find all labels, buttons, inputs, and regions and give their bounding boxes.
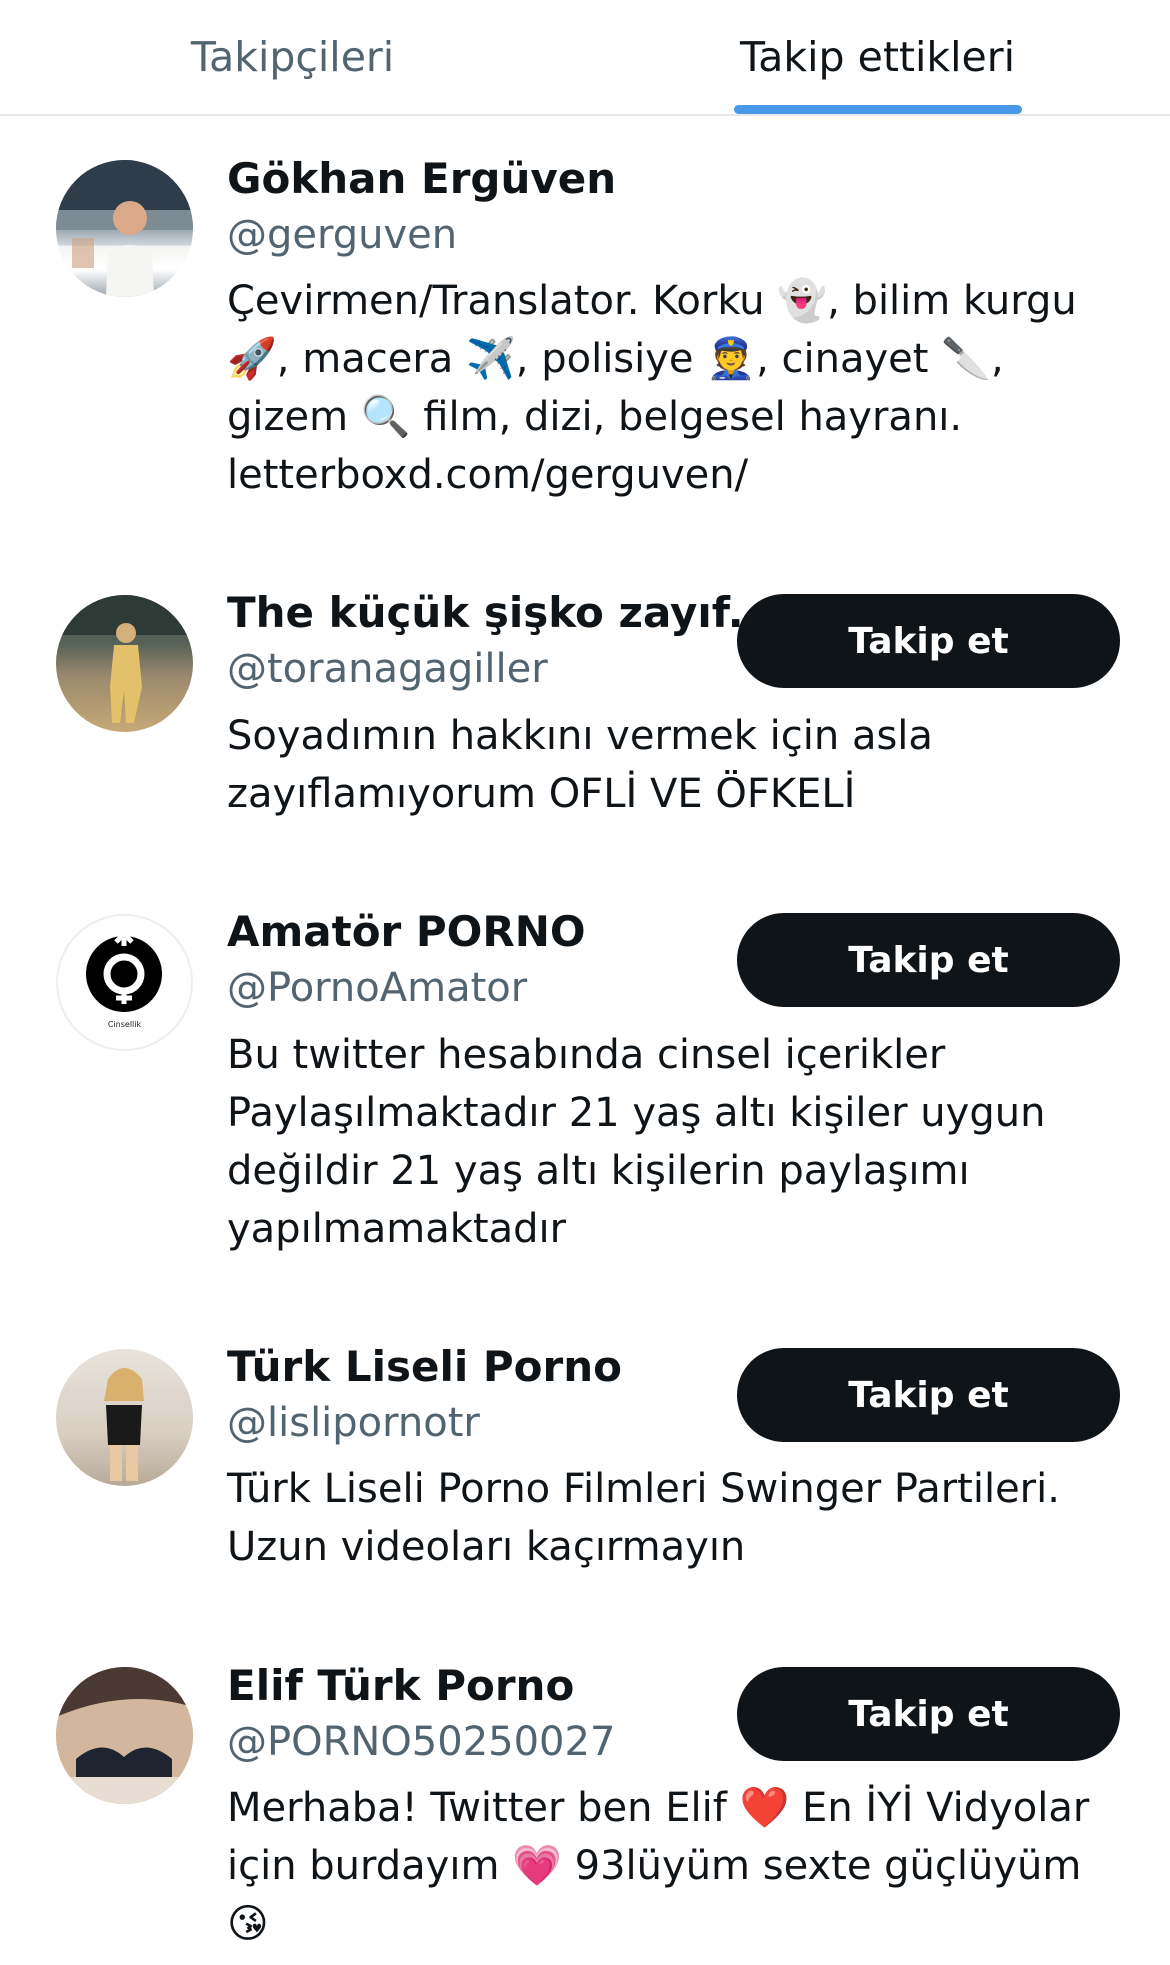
bio-line: Uzun videoları kaçırmayın bbox=[227, 1524, 746, 1570]
bio-line: için burdayım 💗 93lüyüm sexte güçlüyüm bbox=[227, 1843, 1082, 1889]
user-bio: Bu twitter hesabında cinsel içerikler Pa… bbox=[227, 1026, 1132, 1258]
active-tab-indicator bbox=[733, 105, 1022, 114]
bio-line: değildir 21 yaş altı kişilerin paylaşımı bbox=[227, 1148, 970, 1194]
bio-line: Soyadımın hakkını vermek için asla bbox=[227, 713, 933, 759]
bio-line: yapılmamaktadır bbox=[227, 1206, 567, 1252]
bio-line: 🚀, macera ✈️, polisiye 👮, cinayet 🔪, bbox=[227, 336, 1004, 382]
user-handle: @PORNO50250027 bbox=[227, 1719, 616, 1765]
bio-line: Merhaba! Twitter ben Elif ❤️ En İYİ Vidy… bbox=[227, 1785, 1090, 1831]
follow-button[interactable]: Takip et bbox=[737, 1667, 1120, 1761]
user-name[interactable]: The küçük şişko zayıf... bbox=[227, 587, 776, 639]
follow-button[interactable]: Takip et bbox=[737, 1348, 1120, 1442]
tab-following[interactable]: Takip ettikleri bbox=[585, 0, 1170, 114]
user-bio: Soyadımın hakkını vermek için asla zayıf… bbox=[227, 707, 1132, 823]
user-name[interactable]: Amatör PORNO bbox=[227, 906, 586, 958]
user-handle: @PornoAmator bbox=[227, 965, 528, 1011]
bio-line: Çevirmen/Translator. Korku 👻, bilim kurg… bbox=[227, 278, 1077, 324]
bio-line: zayıflamıyorum OFLİ VE ÖFKELİ bbox=[227, 771, 856, 817]
user-bio: Türk Liseli Porno Filmleri Swinger Parti… bbox=[227, 1460, 1132, 1576]
avatar[interactable] bbox=[56, 595, 193, 732]
follow-button[interactable]: Takip et bbox=[737, 913, 1120, 1007]
user-handle: @lislipornotr bbox=[227, 1400, 480, 1446]
bio-link[interactable]: letterboxd.com/gerguven/ bbox=[227, 446, 1132, 504]
user-bio: Merhaba! Twitter ben Elif ❤️ En İYİ Vidy… bbox=[227, 1779, 1132, 1953]
avatar[interactable] bbox=[56, 160, 193, 297]
avatar-photo-icon bbox=[56, 160, 193, 297]
bio-line: 😘 bbox=[227, 1901, 269, 1947]
avatar-photo-icon bbox=[56, 595, 193, 723]
avatar-photo-icon bbox=[56, 1667, 193, 1804]
user-name[interactable]: Elif Türk Porno bbox=[227, 1660, 574, 1712]
avatar[interactable] bbox=[56, 1667, 193, 1804]
avatar-logo-text: Cinsellik bbox=[107, 1020, 142, 1029]
tab-bar: Takipçileri Takip ettikleri bbox=[0, 0, 1170, 116]
tab-followers-label: Takipçileri bbox=[190, 33, 395, 81]
bio-line: gizem 🔍 film, dizi, belgesel hayranı. bbox=[227, 394, 963, 440]
avatar-photo-icon bbox=[104, 1368, 144, 1481]
user-handle: @toranagagiller bbox=[227, 646, 548, 692]
gender-symbol-icon bbox=[86, 930, 162, 1012]
tab-followers[interactable]: Takipçileri bbox=[0, 0, 585, 114]
user-bio: Çevirmen/Translator. Korku 👻, bilim kurg… bbox=[227, 272, 1132, 504]
avatar[interactable] bbox=[56, 1349, 193, 1486]
follow-button[interactable]: Takip et bbox=[737, 594, 1120, 688]
bio-line: Türk Liseli Porno Filmleri Swinger Parti… bbox=[227, 1466, 1060, 1512]
user-name[interactable]: Türk Liseli Porno bbox=[227, 1341, 622, 1393]
user-handle: @gerguven bbox=[227, 212, 458, 258]
bio-line: Paylaşılmaktadır 21 yaş altı kişiler uyg… bbox=[227, 1090, 1046, 1136]
avatar[interactable]: Cinsellik bbox=[56, 914, 193, 1051]
bio-line: Bu twitter hesabında cinsel içerikler bbox=[227, 1032, 946, 1078]
tab-following-label: Takip ettikleri bbox=[740, 33, 1015, 81]
user-name[interactable]: Gökhan Ergüven bbox=[227, 153, 616, 205]
